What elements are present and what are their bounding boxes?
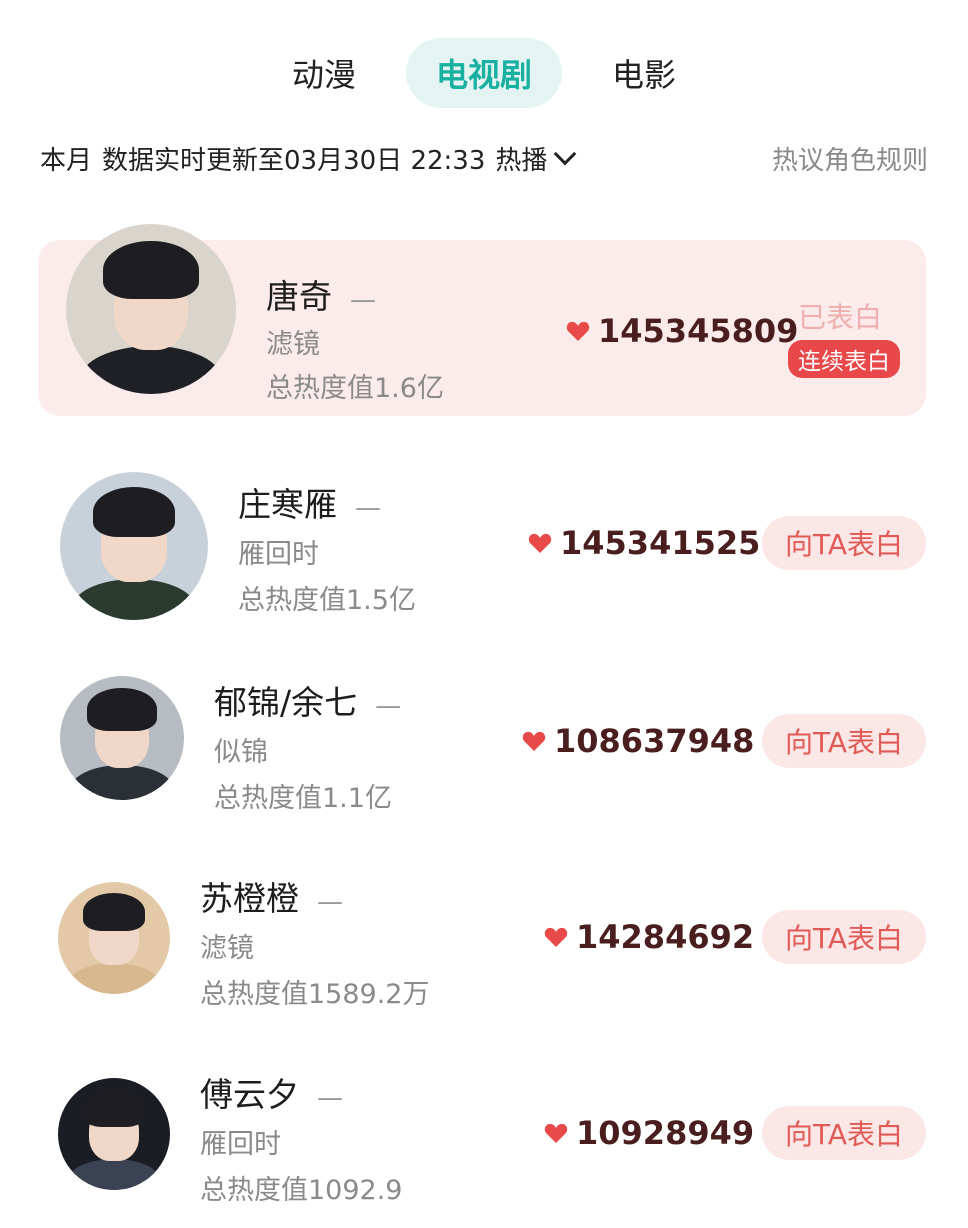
character-name: 郁锦/余七 — (214, 683, 402, 722)
total-heat: 总热度值1092.9 (200, 1175, 403, 1206)
filter-dropdown[interactable]: 热播 (495, 140, 583, 177)
total-heat: 总热度值1.5亿 (238, 585, 416, 616)
already-confessed-label: 已表白 (798, 301, 883, 334)
tab-movie[interactable]: 电影 (582, 38, 706, 108)
drama-title: 滤镜 (200, 933, 254, 964)
list-item[interactable]: 庄寒雁 — 雁回时 总热度值1.5亿 145341525 向TA表白 (38, 462, 926, 638)
update-time-text: 数据实时更新至03月30日 22:33 (102, 145, 486, 176)
list-item[interactable]: 苏橙橙 — 滤镜 总热度值1589.2万 14284692 向TA表白 (38, 856, 926, 1032)
drama-title: 滤镜 (266, 329, 320, 360)
list-item[interactable]: 傅云夕 — 雁回时 总热度值1092.9 10928949 向TA表白 (38, 1052, 926, 1228)
info-left: 本月 数据实时更新至03月30日 22:33 热播 (40, 140, 583, 177)
total-heat: 总热度值1589.2万 (200, 979, 430, 1010)
total-heat: 总热度值1.6亿 (266, 373, 444, 404)
list-item[interactable]: 郁锦/余七 — 似锦 总热度值1.1亿 108637948 向TA表白 (38, 660, 926, 836)
vote-count: 108637948 (522, 722, 754, 760)
drama-title: 雁回时 (200, 1129, 281, 1160)
character-name: 唐奇 — (266, 277, 376, 316)
character-name: 苏橙橙 — (200, 879, 343, 918)
filter-label: 热播 (495, 145, 548, 176)
confess-button[interactable]: 向TA表白 (762, 714, 926, 768)
confess-button[interactable]: 向TA表白 (762, 516, 926, 570)
avatar (58, 882, 170, 994)
avatar (60, 676, 184, 800)
heart-icon (566, 321, 590, 341)
tab-anime[interactable]: 动漫 (262, 38, 386, 108)
list-item[interactable]: 唐奇 — 滤镜 总热度值1.6亿 145345809 已表白 连续表白 (38, 224, 926, 416)
continue-confess-button[interactable]: 连续表白 (788, 340, 900, 378)
total-heat: 总热度值1.1亿 (214, 783, 392, 814)
character-name: 庄寒雁 — (238, 485, 381, 524)
heart-icon (544, 927, 568, 947)
heart-icon (528, 533, 552, 553)
vote-count: 145341525 (528, 524, 760, 562)
heart-icon (522, 731, 546, 751)
avatar (60, 472, 208, 620)
drama-title: 雁回时 (238, 539, 319, 570)
vote-count: 145345809 (566, 312, 798, 350)
chevron-down-icon (554, 142, 577, 166)
vote-count: 14284692 (544, 918, 754, 956)
confess-button[interactable]: 向TA表白 (762, 1106, 926, 1160)
avatar (66, 224, 236, 394)
character-name: 傅云夕 — (200, 1075, 343, 1114)
avatar (58, 1078, 170, 1190)
period-label: 本月 (40, 145, 93, 176)
info-bar: 本月 数据实时更新至03月30日 22:33 热播 热议角色规则 (40, 138, 928, 178)
heart-icon (544, 1123, 568, 1143)
tab-tv-drama[interactable]: 电视剧 (405, 38, 562, 108)
category-tabs: 动漫 电视剧 电影 (0, 38, 968, 108)
confess-button[interactable]: 向TA表白 (762, 910, 926, 964)
rules-link[interactable]: 热议角色规则 (772, 140, 928, 177)
vote-count: 10928949 (544, 1114, 754, 1152)
drama-title: 似锦 (214, 737, 268, 768)
